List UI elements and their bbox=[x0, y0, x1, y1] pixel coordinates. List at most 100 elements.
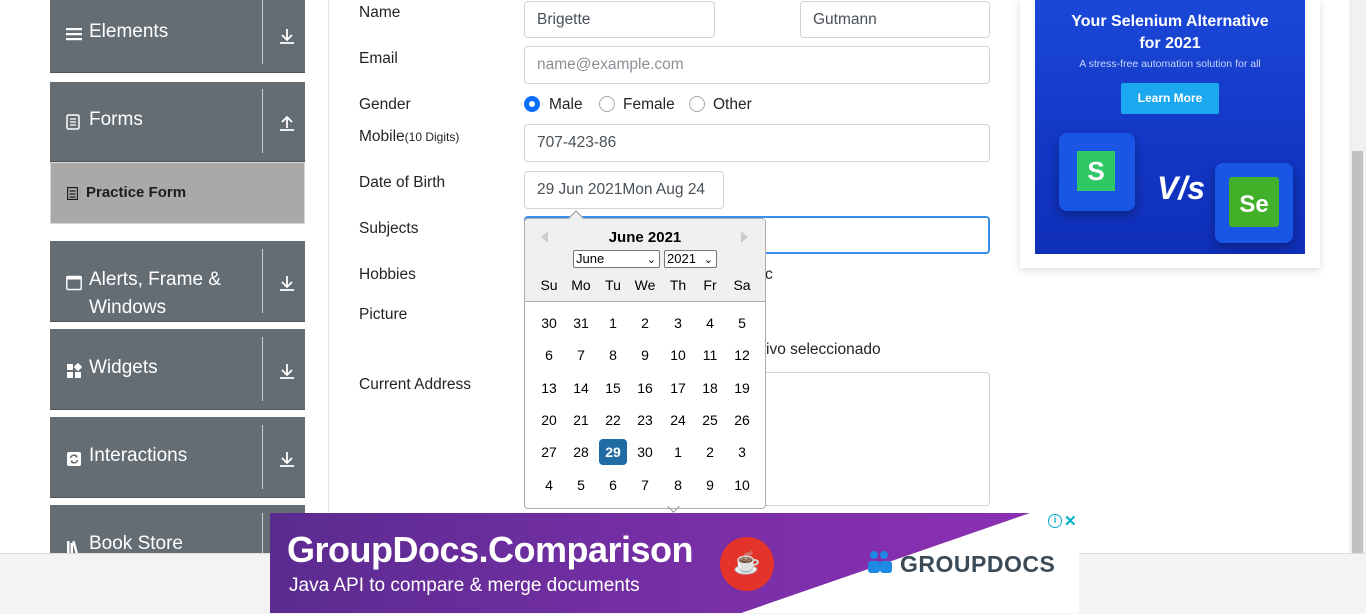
selected-day[interactable]: 29 bbox=[599, 439, 627, 465]
calendar-day[interactable]: 22 bbox=[599, 407, 627, 433]
sidebar-group-alerts-frame-windows[interactable]: Alerts, Frame & Windows bbox=[50, 241, 305, 322]
calendar-day[interactable]: 10 bbox=[664, 342, 692, 368]
name-label: Name bbox=[359, 4, 401, 21]
sidebar-group-label: Elements bbox=[89, 21, 169, 42]
calendar-day[interactable]: 9 bbox=[631, 342, 659, 368]
learn-more-button[interactable]: Learn More bbox=[1121, 83, 1219, 114]
calendar-day[interactable]: 5 bbox=[567, 472, 595, 498]
download-arrow-icon[interactable] bbox=[277, 273, 297, 293]
gender-male-label[interactable]: Male bbox=[549, 96, 583, 114]
ad-close-icon[interactable]: ✕ bbox=[1064, 512, 1077, 530]
download-arrow-icon[interactable] bbox=[277, 361, 297, 381]
calendar-day[interactable]: 25 bbox=[696, 407, 724, 433]
calendar-day[interactable]: 17 bbox=[664, 375, 692, 401]
calendar-day[interactable]: 2 bbox=[696, 439, 724, 465]
calendar-day[interactable]: 10 bbox=[728, 472, 756, 498]
calendar-day[interactable]: 23 bbox=[631, 407, 659, 433]
calendar-day[interactable]: 8 bbox=[599, 342, 627, 368]
picture-label: Picture bbox=[359, 306, 408, 323]
dob-label: Date of Birth bbox=[359, 174, 446, 191]
calendar-day[interactable]: 12 bbox=[728, 342, 756, 368]
widgets-icon bbox=[67, 363, 82, 378]
calendar-day[interactable]: 18 bbox=[696, 375, 724, 401]
date-of-birth-input[interactable]: 29 Jun 2021Mon Aug 24 bbox=[524, 171, 724, 209]
calendar-day[interactable]: 30 bbox=[535, 310, 563, 336]
download-arrow-icon[interactable] bbox=[277, 449, 297, 469]
sidebar-item-practice-form[interactable]: Practice Form bbox=[50, 162, 305, 224]
gender-other-radio[interactable] bbox=[689, 96, 705, 112]
calendar-day[interactable]: 4 bbox=[535, 472, 563, 498]
calendar-day[interactable]: 24 bbox=[664, 407, 692, 433]
katalon-logo-text: S bbox=[1077, 151, 1115, 191]
selenium-alternative-ad[interactable]: Your Selenium Alternative for 2021 A str… bbox=[1020, 0, 1320, 268]
first-name-input[interactable]: Brigette bbox=[524, 1, 715, 38]
books-icon bbox=[67, 540, 79, 553]
sidebar-group-interactions[interactable]: Interactions bbox=[50, 417, 305, 498]
ad-banner: Your Selenium Alternative for 2021 A str… bbox=[1035, 0, 1305, 254]
download-arrow-icon[interactable] bbox=[277, 26, 297, 46]
calendar-day[interactable]: 2 bbox=[631, 310, 659, 336]
ad-info-icon[interactable]: i bbox=[1048, 514, 1062, 528]
calendar-day[interactable]: 1 bbox=[599, 310, 627, 336]
calendar-day[interactable]: 1 bbox=[664, 439, 692, 465]
calendar-day[interactable]: 21 bbox=[567, 407, 595, 433]
calendar-day[interactable]: 19 bbox=[728, 375, 756, 401]
gender-female-label[interactable]: Female bbox=[623, 96, 675, 114]
mobile-label-text: Mobile bbox=[359, 128, 405, 145]
calendar-day[interactable]: 26 bbox=[728, 407, 756, 433]
scrollbar-thumb[interactable] bbox=[1352, 151, 1363, 553]
last-name-input[interactable]: Gutmann bbox=[800, 1, 990, 38]
gender-male-radio[interactable] bbox=[524, 96, 540, 112]
subjects-label: Subjects bbox=[359, 220, 419, 237]
sidebar-group-widgets[interactable]: Widgets bbox=[50, 329, 305, 410]
sidebar-group-elements[interactable]: Elements bbox=[50, 0, 305, 73]
calendar-day[interactable]: 3 bbox=[728, 439, 756, 465]
email-input[interactable]: name@example.com bbox=[524, 46, 990, 84]
calendar-day[interactable]: 31 bbox=[567, 310, 595, 336]
chevron-down-icon: ⌄ bbox=[703, 254, 713, 266]
sync-icon bbox=[67, 452, 81, 466]
calendar-day[interactable]: 11 bbox=[696, 342, 724, 368]
gender-other-label[interactable]: Other bbox=[713, 96, 752, 114]
sidebar-group-book-store[interactable]: Book Store bbox=[50, 505, 305, 553]
calendar-day[interactable]: 28 bbox=[567, 439, 595, 465]
next-month-icon[interactable] bbox=[741, 231, 748, 243]
calendar-day[interactable]: 3 bbox=[664, 310, 692, 336]
calendar-day[interactable]: 5 bbox=[728, 310, 756, 336]
calendar-day[interactable]: 6 bbox=[599, 472, 627, 498]
calendar-day[interactable]: 6 bbox=[535, 342, 563, 368]
chevron-down-icon: ⌄ bbox=[646, 254, 656, 266]
calendar-day[interactable]: 8 bbox=[664, 472, 692, 498]
java-icon: ☕ bbox=[720, 537, 774, 591]
menu-icon bbox=[66, 28, 82, 41]
calendar-day[interactable]: 4 bbox=[696, 310, 724, 336]
groupdocs-ad[interactable]: GroupDocs.Comparison Java API to compare… bbox=[270, 513, 1079, 613]
groupdocs-logo-icon bbox=[868, 551, 892, 573]
calendar-day[interactable]: 30 bbox=[631, 439, 659, 465]
mobile-input[interactable]: 707-423-86 bbox=[524, 124, 990, 162]
gender-female-radio[interactable] bbox=[599, 96, 615, 112]
calendar-day[interactable]: 15 bbox=[599, 375, 627, 401]
divider bbox=[262, 89, 263, 153]
calendar-day[interactable]: 7 bbox=[631, 472, 659, 498]
calendar-day[interactable]: 14 bbox=[567, 375, 595, 401]
calendar-day[interactable]: 9 bbox=[696, 472, 724, 498]
weekday-header: Th bbox=[669, 277, 687, 293]
sidebar-group-label-line2: Windows bbox=[89, 297, 167, 318]
upload-arrow-icon[interactable] bbox=[277, 113, 297, 133]
calendar-day[interactable]: 20 bbox=[535, 407, 563, 433]
calendar-day[interactable]: 27 bbox=[535, 439, 563, 465]
document-icon bbox=[66, 114, 80, 130]
calendar-day[interactable]: 7 bbox=[567, 342, 595, 368]
window-icon bbox=[66, 275, 82, 291]
form-icon bbox=[67, 187, 78, 200]
weekday-header: Su bbox=[540, 277, 558, 293]
year-select[interactable]: 2021 ⌄ bbox=[664, 250, 717, 268]
calendar-day[interactable]: 13 bbox=[535, 375, 563, 401]
versus-text: V/s bbox=[1157, 170, 1206, 206]
katalon-logo: S bbox=[1059, 133, 1135, 211]
sidebar-group-forms[interactable]: Forms bbox=[50, 82, 305, 162]
hobbies-music-label-fragment[interactable]: c bbox=[765, 266, 773, 284]
month-select[interactable]: June ⌄ bbox=[573, 250, 660, 268]
calendar-day[interactable]: 16 bbox=[631, 375, 659, 401]
